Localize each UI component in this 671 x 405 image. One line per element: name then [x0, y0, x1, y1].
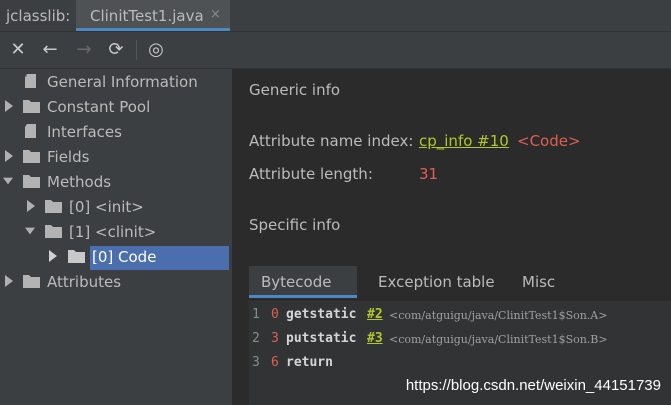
- tree-item-label: Methods: [47, 173, 112, 191]
- opcode: return: [286, 355, 333, 370]
- chevron-down-icon[interactable]: [25, 225, 35, 237]
- attribute-name-index-label: Attribute name index:: [249, 132, 414, 150]
- tree-item-method-init[interactable]: [0] <init>: [0, 196, 232, 220]
- folder-icon: [68, 250, 85, 263]
- toolbar: ✕ ← → ⟳ ◎: [0, 32, 671, 69]
- toolbar-separator: [136, 40, 137, 60]
- tree-item-method-clinit[interactable]: [1] <clinit>: [0, 221, 232, 245]
- tab-misc-label: Misc: [522, 273, 556, 291]
- tab-close-icon[interactable]: ×: [210, 7, 221, 22]
- bytecode-offset: 0: [271, 307, 279, 322]
- detail-panel: Generic info Attribute name index: cp_in…: [232, 69, 671, 405]
- chevron-right-icon[interactable]: [26, 200, 36, 212]
- watermark: https://blog.csdn.net/weixin_44151739: [405, 377, 661, 394]
- generic-info-heading: Generic info: [249, 81, 341, 99]
- tree-item-label: Constant Pool: [47, 98, 151, 116]
- tree-item-label: General Information: [47, 73, 198, 91]
- specific-info-tabs: Bytecode Exception table Misc: [249, 266, 671, 298]
- tree-item-general-information[interactable]: General Information: [0, 71, 232, 95]
- chevron-right-icon[interactable]: [4, 100, 14, 112]
- file-icon: [25, 124, 36, 138]
- tree-item-code-selected[interactable]: [0] Code: [90, 246, 229, 270]
- folder-icon: [23, 100, 40, 113]
- browser-globe-icon[interactable]: ◎: [146, 40, 166, 60]
- back-arrow-icon[interactable]: ←: [40, 40, 60, 60]
- bytecode-line: 1 0 getstatic #2 <com/atguigu/java/Clini…: [249, 303, 671, 327]
- forward-arrow-icon[interactable]: →: [74, 40, 94, 60]
- tree-item-code-row[interactable]: [0] Code: [0, 246, 232, 270]
- folder-icon: [45, 200, 62, 213]
- tab-label: ClinitTest1.java: [90, 7, 204, 25]
- tree-item-interfaces[interactable]: Interfaces: [0, 121, 232, 145]
- bytecode-offset: 3: [271, 331, 279, 346]
- tree-item-fields[interactable]: Fields: [0, 146, 232, 170]
- tab-exception-table-label: Exception table: [378, 273, 495, 291]
- line-number: 1: [252, 307, 260, 322]
- tab-bytecode[interactable]: Bytecode: [249, 266, 357, 298]
- tab-exception-table[interactable]: Exception table: [359, 266, 495, 298]
- tree-item-methods[interactable]: Methods: [0, 171, 232, 195]
- chevron-right-icon[interactable]: [4, 150, 14, 162]
- tree-item-label: [0] Code: [92, 248, 157, 266]
- tree-item-label: Interfaces: [47, 123, 122, 141]
- opcode: getstatic: [286, 307, 357, 322]
- tree-item-label: Attributes: [47, 273, 122, 291]
- line-number: 3: [252, 355, 260, 370]
- class-structure-tree: General Information Constant Pool Interf…: [0, 69, 232, 405]
- line-number: 2: [252, 331, 260, 346]
- attribute-name-value: <Code>: [517, 132, 581, 150]
- bytecode-offset: 6: [271, 355, 279, 370]
- folder-icon: [45, 225, 62, 238]
- chevron-right-icon[interactable]: [48, 250, 58, 262]
- constant-pool-ref-link[interactable]: #2: [367, 307, 383, 322]
- tree-item-label: Fields: [47, 148, 90, 166]
- cp-info-link[interactable]: cp_info #10: [419, 132, 509, 150]
- bytecode-line: 2 3 putstatic #3 <com/atguigu/java/Clini…: [249, 327, 671, 351]
- app-title: jclasslib:: [6, 7, 71, 25]
- attribute-length-label: Attribute length:: [249, 165, 373, 183]
- tree-item-attributes[interactable]: Attributes: [0, 271, 232, 295]
- attribute-length-value: 31: [419, 165, 439, 183]
- chevron-right-icon[interactable]: [4, 275, 14, 287]
- constant-pool-ref-link[interactable]: #3: [367, 331, 383, 346]
- refresh-icon[interactable]: ⟳: [106, 40, 126, 60]
- tab-bytecode-label: Bytecode: [261, 273, 332, 291]
- tree-item-label: [1] <clinit>: [69, 223, 157, 241]
- bytecode-line: 3 6 return: [249, 351, 671, 375]
- ref-comment: <com/atguigu/java/ClinitTest1$Son.A>: [389, 309, 608, 322]
- folder-icon: [23, 275, 40, 288]
- tab-clinittest1[interactable]: ClinitTest1.java ×: [76, 0, 230, 31]
- ref-comment: <com/atguigu/java/ClinitTest1$Son.B>: [389, 333, 608, 346]
- specific-info-heading: Specific info: [249, 216, 341, 234]
- file-icon: [25, 74, 36, 88]
- chevron-down-icon[interactable]: [3, 175, 13, 187]
- close-icon[interactable]: ✕: [8, 40, 28, 60]
- folder-icon: [23, 175, 40, 188]
- title-bar: jclasslib: ClinitTest1.java ×: [0, 0, 671, 32]
- tree-item-label: [0] <init>: [69, 198, 144, 216]
- tab-misc[interactable]: Misc: [509, 266, 569, 298]
- tree-item-constant-pool[interactable]: Constant Pool: [0, 96, 232, 120]
- opcode: putstatic: [286, 331, 357, 346]
- folder-icon: [23, 150, 40, 163]
